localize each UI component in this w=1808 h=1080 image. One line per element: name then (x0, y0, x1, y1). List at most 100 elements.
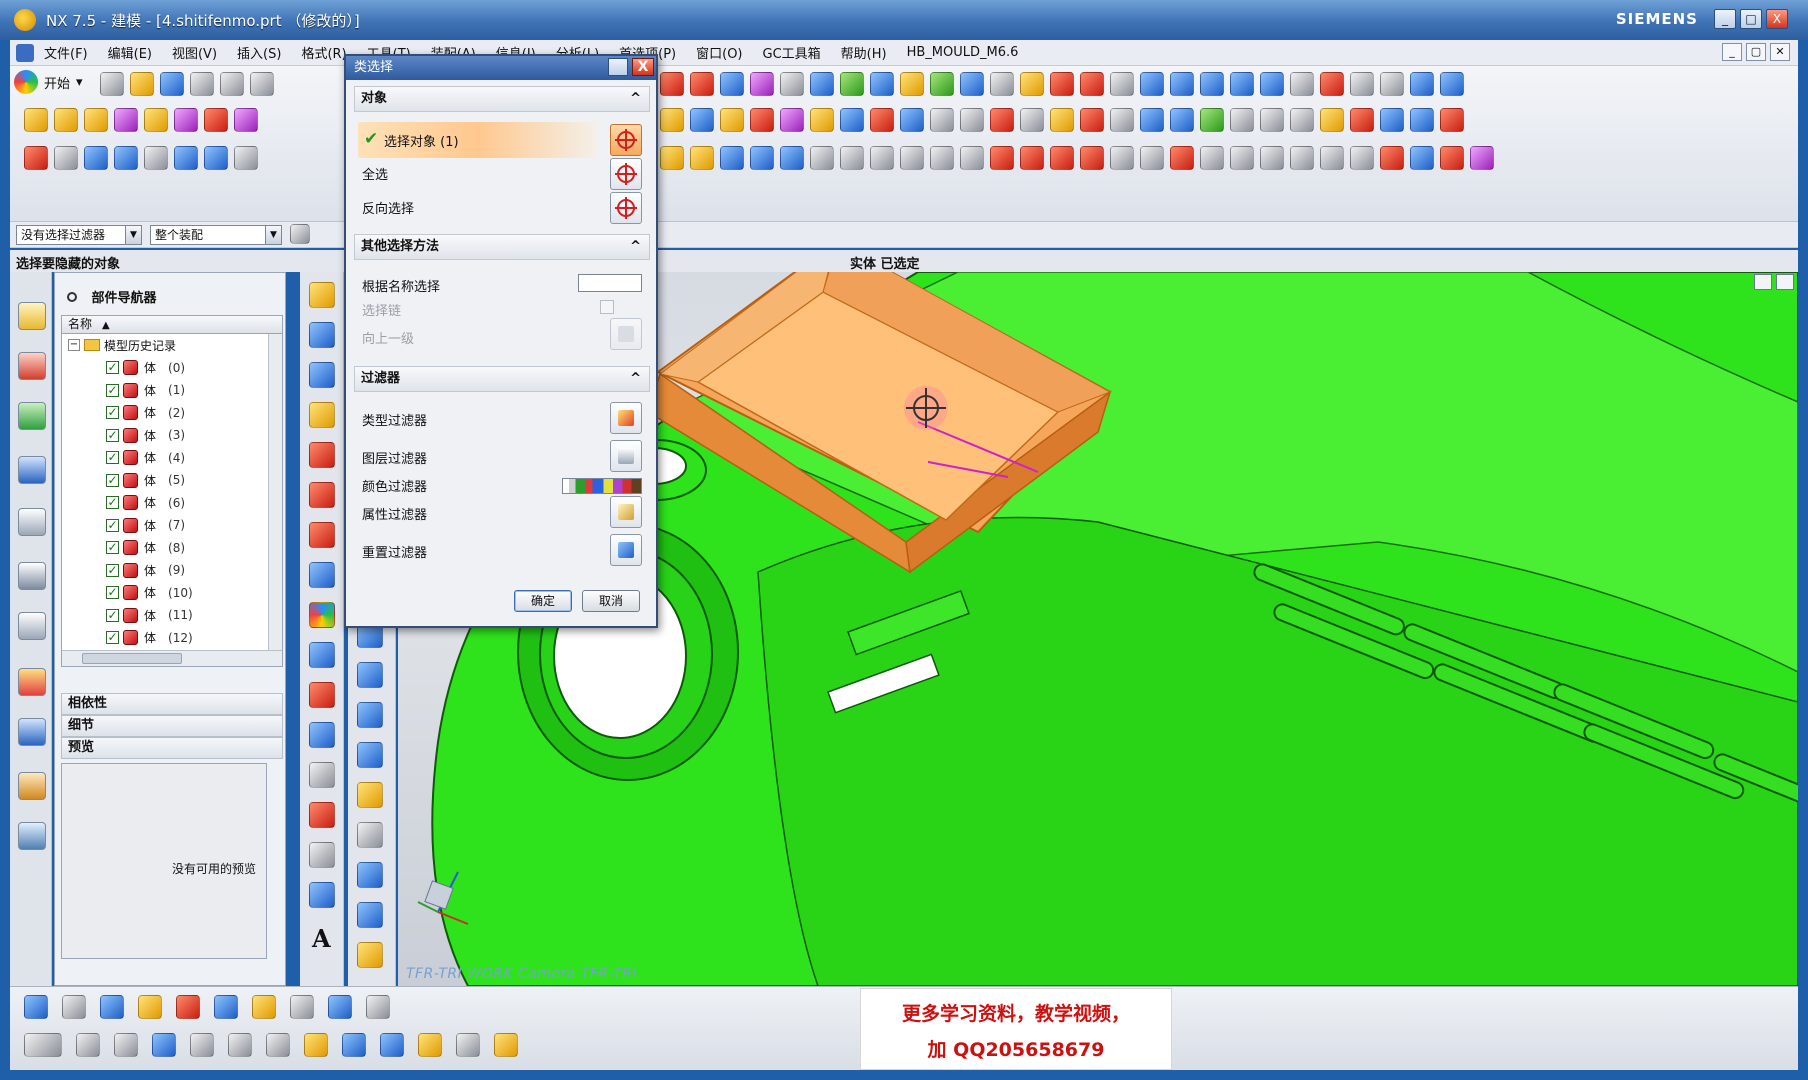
cube-tool-icon[interactable] (357, 862, 383, 888)
heart-icon[interactable] (1440, 146, 1464, 170)
points-icon[interactable] (190, 1033, 214, 1057)
network-icon[interactable] (456, 1033, 480, 1057)
layer-select-icon[interactable] (24, 1033, 62, 1057)
render-style-icon[interactable] (1290, 72, 1314, 96)
visibility-checkbox[interactable]: ✓ (106, 518, 119, 532)
collapse-icon[interactable]: − (68, 339, 80, 352)
text-style-icon[interactable] (328, 995, 352, 1019)
tree-row[interactable]: ✓ 体 (3) (62, 424, 282, 447)
invert-selection-button[interactable] (610, 192, 642, 224)
visibility-checkbox[interactable]: ✓ (106, 383, 119, 397)
arc-3pt-icon[interactable] (1020, 146, 1044, 170)
doc-icon[interactable] (234, 146, 258, 170)
book-icon[interactable] (174, 146, 198, 170)
group-other-methods-header[interactable]: 其他选择方法 ^ (354, 234, 650, 260)
select-object-row[interactable]: ✔ 选择对象 (1) (358, 122, 598, 158)
visibility-checkbox[interactable]: ✓ (106, 361, 119, 375)
cone-tool-icon[interactable] (357, 742, 383, 768)
ruler-icon[interactable] (660, 72, 684, 96)
menu-edit[interactable]: 编辑(E) (98, 43, 162, 62)
drafting-icon[interactable] (138, 995, 162, 1019)
divide-face-icon[interactable] (309, 722, 335, 748)
spline-icon[interactable] (960, 146, 984, 170)
line-icon[interactable] (810, 146, 834, 170)
tree-row[interactable]: ✓ 体 (4) (62, 447, 282, 470)
patch-icon[interactable] (309, 682, 335, 708)
circle-tangent-icon[interactable] (1140, 146, 1164, 170)
plane-icon[interactable] (84, 146, 108, 170)
clipboard-icon[interactable] (290, 995, 314, 1019)
palette-tab-icon[interactable] (18, 822, 46, 850)
text-a-icon[interactable] (366, 995, 390, 1019)
tree-row[interactable]: ✓ 体 (10) (62, 582, 282, 605)
point-icon[interactable] (1230, 146, 1254, 170)
select-object-button[interactable] (610, 124, 642, 156)
tree-row[interactable]: ✓ 体 (0) (62, 357, 282, 380)
surface-from-curve-icon[interactable] (660, 146, 684, 170)
rectangle-tool-icon[interactable] (309, 842, 335, 868)
rotate-icon[interactable] (870, 72, 894, 96)
stack-icon[interactable] (76, 1033, 100, 1057)
visibility-checkbox[interactable]: ✓ (106, 541, 119, 555)
cube-top-icon[interactable] (1170, 72, 1194, 96)
boss-icon[interactable] (114, 108, 138, 132)
visibility-checkbox[interactable]: ✓ (106, 496, 119, 510)
dialog-titlebar[interactable]: 类选择 X (346, 56, 656, 80)
up-one-level-button[interactable] (610, 318, 642, 350)
manufacturing-wizard-icon[interactable] (18, 718, 46, 746)
menu-view[interactable]: 视图(V) (162, 43, 227, 62)
doc-minimize-button[interactable]: _ (1722, 43, 1742, 61)
visibility-checkbox[interactable]: ✓ (106, 608, 119, 622)
doc-close-button[interactable]: ✕ (1770, 43, 1790, 61)
tree-vertical-scrollbar[interactable] (268, 334, 282, 650)
section-view-icon[interactable] (1320, 72, 1344, 96)
tree-horizontal-scrollbar[interactable] (62, 650, 282, 666)
section-icon[interactable] (62, 995, 86, 1019)
transform-icon[interactable] (900, 72, 924, 96)
menu-hb-mould[interactable]: HB_MOULD_M6.6 (897, 45, 1029, 60)
info-object-icon[interactable] (1020, 108, 1044, 132)
mesh-icon[interactable] (720, 146, 744, 170)
frame-icon[interactable] (1380, 108, 1404, 132)
collapse-up-icon[interactable]: ^ (630, 367, 641, 391)
tree-root-row[interactable]: − 模型历史记录 (62, 334, 282, 357)
background-icon[interactable] (1350, 72, 1374, 96)
link-icon[interactable] (1410, 108, 1434, 132)
color-filter-swatch[interactable] (562, 478, 642, 494)
tree-row[interactable]: ✓ 体 (2) (62, 402, 282, 425)
surface-icon[interactable] (840, 72, 864, 96)
ok-button[interactable]: 确定 (514, 590, 572, 612)
cylinder-tool-icon[interactable] (357, 702, 383, 728)
tree-row[interactable]: ✓ 体 (12) (62, 627, 282, 650)
pad-icon[interactable] (174, 108, 198, 132)
measure-body-icon[interactable] (24, 995, 48, 1019)
shell-icon[interactable] (720, 108, 744, 132)
hole-icon[interactable] (84, 108, 108, 132)
select-all-button[interactable] (610, 158, 642, 190)
angle-icon[interactable] (1230, 108, 1254, 132)
doc-restore-button[interactable]: ▢ (1746, 43, 1766, 61)
graphics-restore-button[interactable] (1754, 274, 1772, 290)
play-icon[interactable] (152, 1033, 176, 1057)
visibility-checkbox[interactable]: ✓ (106, 563, 119, 577)
extract-icon[interactable] (309, 562, 335, 588)
part-navigator-icon[interactable] (18, 352, 46, 380)
pattern-red-icon[interactable] (1440, 108, 1464, 132)
extrude-icon[interactable] (24, 108, 48, 132)
snap-view-icon[interactable] (1080, 72, 1104, 96)
curve-icon[interactable] (930, 146, 954, 170)
system-materials-icon[interactable] (18, 612, 46, 640)
visibility-checkbox[interactable]: ✓ (106, 451, 119, 465)
group-filter-header[interactable]: 过滤器 ^ (354, 366, 650, 392)
visibility-checkbox[interactable]: ✓ (106, 631, 119, 645)
sweep-icon[interactable] (690, 146, 714, 170)
circle-3pt-icon[interactable] (1200, 146, 1224, 170)
save-icon[interactable] (160, 72, 184, 96)
unite-icon[interactable] (840, 108, 864, 132)
curve-tool-icon[interactable] (780, 72, 804, 96)
pan-icon[interactable] (990, 72, 1014, 96)
visibility-checkbox[interactable]: ✓ (106, 428, 119, 442)
table-icon[interactable] (1140, 108, 1164, 132)
layer-tool-icon[interactable] (357, 822, 383, 848)
polygon-tool-icon[interactable] (309, 882, 335, 908)
